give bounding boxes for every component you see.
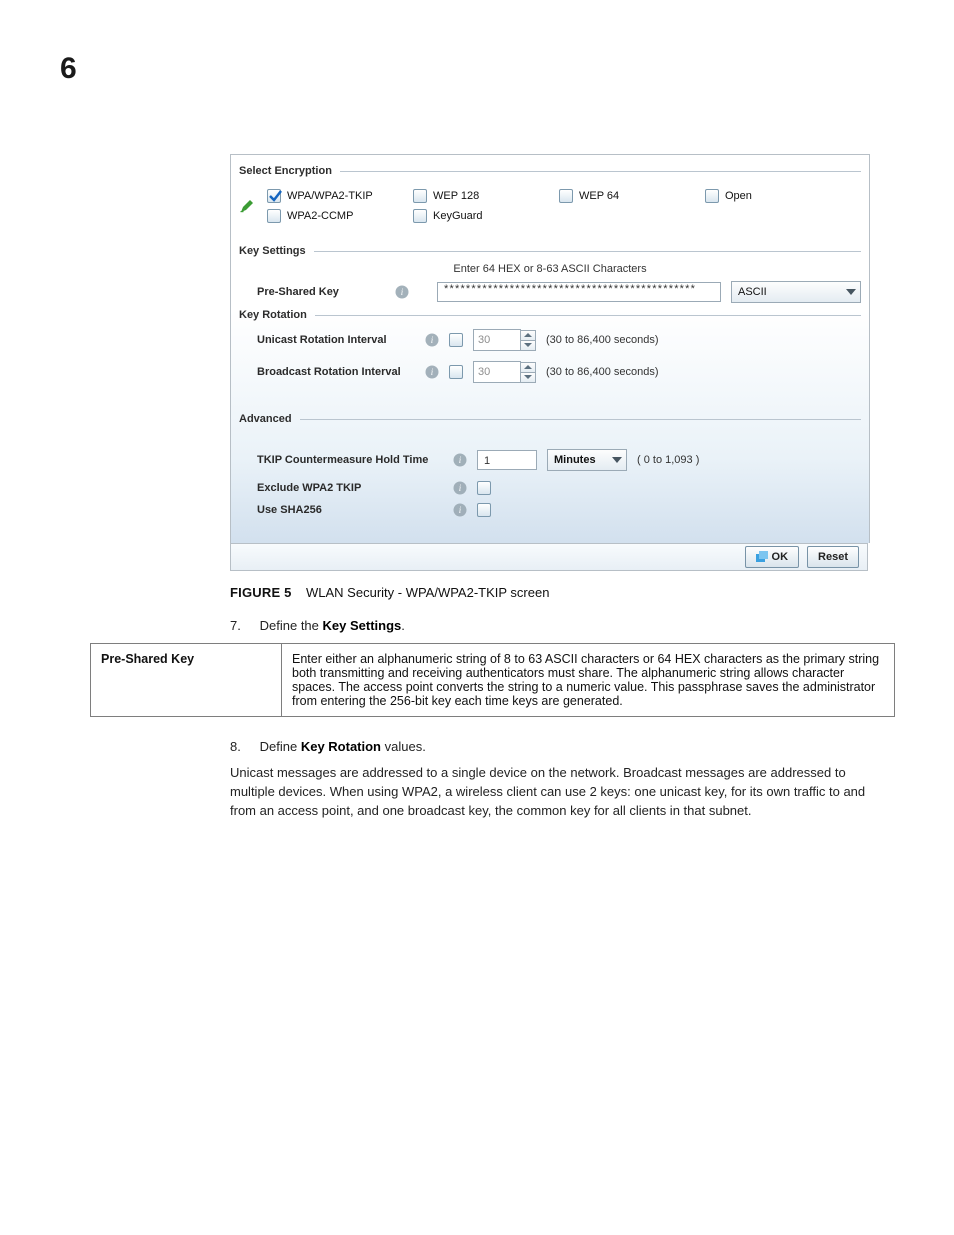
- section-key-rotation: Key Rotation: [239, 309, 307, 321]
- caption-prefix: FIGURE 5: [230, 585, 292, 600]
- checkbox-label: Open: [725, 190, 752, 202]
- step-bold: Key Rotation: [301, 739, 381, 754]
- psk-format-select[interactable]: ASCII: [731, 281, 861, 303]
- spinner-down[interactable]: [521, 372, 535, 382]
- caption-text: WLAN Security - WPA/WPA2-TKIP screen: [306, 585, 549, 600]
- step-number: 7.: [230, 618, 256, 633]
- step-bold: Key Settings: [323, 618, 402, 633]
- info-icon: i: [453, 503, 467, 517]
- select-value: ASCII: [738, 286, 767, 298]
- info-icon: i: [425, 333, 439, 347]
- psk-hint: Enter 64 HEX or 8-63 ASCII Characters: [453, 263, 646, 275]
- step-text: values.: [381, 739, 426, 754]
- broadcast-range: (30 to 86,400 seconds): [546, 366, 659, 378]
- ok-button[interactable]: OK: [745, 546, 800, 568]
- unicast-range: (30 to 86,400 seconds): [546, 334, 659, 346]
- checkbox-exclude-wpa2[interactable]: [477, 481, 491, 495]
- figure-caption: FIGURE 5 WLAN Security - WPA/WPA2-TKIP s…: [230, 585, 884, 600]
- unicast-label: Unicast Rotation Interval: [257, 334, 415, 346]
- checkbox-wpa2-ccmp[interactable]: WPA2-CCMP: [267, 209, 395, 223]
- page-number: 6: [60, 52, 884, 86]
- step-8: 8. Define Key Rotation values.: [230, 739, 884, 754]
- definition-desc: Enter either an alphanumeric string of 8…: [282, 644, 895, 717]
- checkbox-label: WPA/WPA2-TKIP: [287, 190, 373, 202]
- step-number: 8.: [230, 739, 256, 754]
- checkbox-wep64[interactable]: WEP 64: [559, 189, 687, 203]
- checkbox-label: WPA2-CCMP: [287, 210, 353, 222]
- section-key-settings: Key Settings: [239, 245, 306, 257]
- apply-icon: [756, 551, 768, 563]
- psk-input[interactable]: ****************************************…: [437, 282, 721, 302]
- broadcast-spinner[interactable]: 30: [473, 361, 536, 383]
- button-label: Reset: [818, 551, 848, 563]
- paragraph: Unicast messages are addressed to a sing…: [230, 764, 884, 821]
- reset-button[interactable]: Reset: [807, 546, 859, 568]
- button-bar: OK Reset: [230, 543, 868, 571]
- tkip-hold-input[interactable]: 1: [477, 450, 537, 470]
- step-7: 7. Define the Key Settings.: [230, 618, 884, 633]
- select-value: Minutes: [554, 454, 596, 466]
- step-text: Define: [260, 739, 301, 754]
- broadcast-label: Broadcast Rotation Interval: [257, 366, 415, 378]
- section-advanced: Advanced: [239, 413, 292, 425]
- info-icon: i: [453, 453, 467, 467]
- tkip-range: ( 0 to 1,093 ): [637, 454, 699, 466]
- info-icon: i: [425, 365, 439, 379]
- checkbox-keyguard[interactable]: KeyGuard: [413, 209, 541, 223]
- checkbox-wpa-wpa2-tkip[interactable]: WPA/WPA2-TKIP: [267, 189, 395, 203]
- definition-term: Pre-Shared Key: [91, 644, 282, 717]
- checkbox-label: KeyGuard: [433, 210, 483, 222]
- checkbox-open[interactable]: Open: [705, 189, 833, 203]
- spinner-up[interactable]: [521, 331, 535, 340]
- step-text: Define the: [260, 618, 323, 633]
- tkip-unit-select[interactable]: Minutes: [547, 449, 627, 471]
- wlan-security-panel: Select Encryption WPA/WPA2-TKIP WPA2-CCM…: [230, 154, 870, 543]
- definition-table: Pre-Shared Key Enter either an alphanume…: [90, 643, 895, 717]
- checkbox-broadcast-enable[interactable]: [449, 365, 463, 379]
- checkbox-wep128[interactable]: WEP 128: [413, 189, 541, 203]
- chevron-down-icon: [612, 457, 622, 463]
- checkbox-use-sha256[interactable]: [477, 503, 491, 517]
- spinner-up[interactable]: [521, 363, 535, 372]
- step-text: .: [401, 618, 405, 633]
- checkbox-label: WEP 128: [433, 190, 479, 202]
- spinner-down[interactable]: [521, 340, 535, 350]
- edit-icon: [239, 198, 255, 214]
- spinner-value[interactable]: 30: [473, 361, 521, 383]
- spinner-value[interactable]: 30: [473, 329, 521, 351]
- chevron-down-icon: [846, 289, 856, 295]
- section-select-encryption: Select Encryption: [239, 165, 332, 177]
- exclude-wpa2-label: Exclude WPA2 TKIP: [257, 482, 443, 494]
- info-icon: i: [395, 285, 409, 299]
- tkip-hold-label: TKIP Countermeasure Hold Time: [257, 454, 443, 466]
- psk-label: Pre-Shared Key: [257, 286, 387, 298]
- checkbox-unicast-enable[interactable]: [449, 333, 463, 347]
- info-icon: i: [453, 481, 467, 495]
- button-label: OK: [772, 551, 789, 563]
- unicast-spinner[interactable]: 30: [473, 329, 536, 351]
- use-sha256-label: Use SHA256: [257, 504, 443, 516]
- checkbox-label: WEP 64: [579, 190, 619, 202]
